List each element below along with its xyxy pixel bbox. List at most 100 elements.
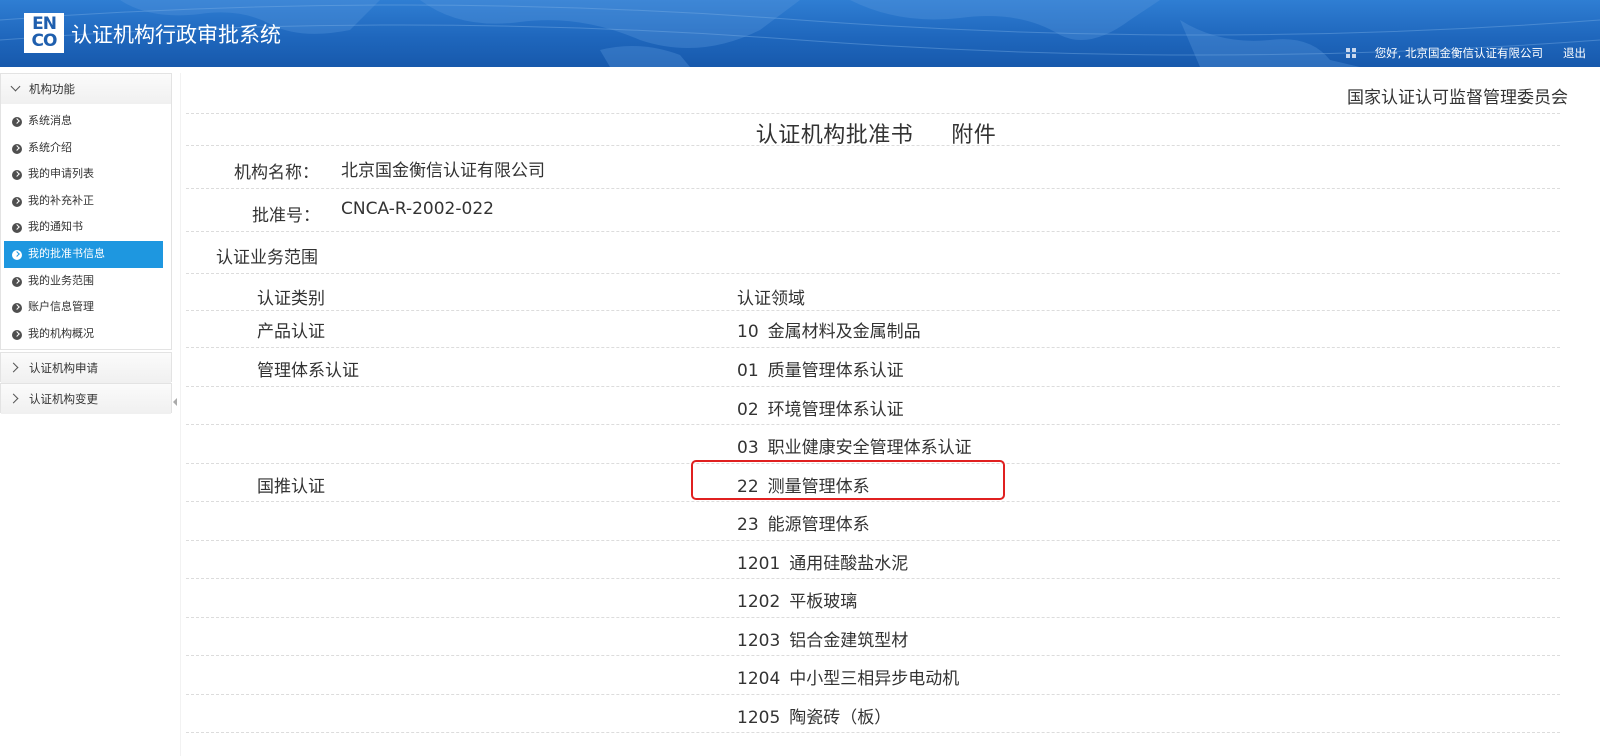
- sidebar-item-my-approval-info[interactable]: 我的批准书信息: [4, 240, 163, 268]
- sidebar-item-my-supplements[interactable]: 我的补充补正: [1, 188, 171, 215]
- arrow-circle-icon: [12, 249, 22, 260]
- sidebar-group-functions[interactable]: 机构功能: [1, 74, 171, 104]
- domain-name: 质量管理体系认证: [767, 361, 904, 381]
- sidebar-item-label: 系统消息: [28, 114, 72, 127]
- domain-code: 01: [737, 361, 759, 381]
- table-row: 03 职业健康安全管理体系认证: [186, 425, 1560, 464]
- sidebar-item-label: 我的补充补正: [28, 193, 94, 207]
- table-row: 02 环境管理体系认证: [186, 387, 1560, 425]
- domain-name: 金属材料及金属制品: [767, 322, 921, 342]
- sidebar-item-system-messages[interactable]: 系统消息: [1, 108, 171, 135]
- sidebar-item-label: 我的申请列表: [28, 167, 94, 181]
- chevron-down-icon: [10, 81, 21, 92]
- arrow-circle-icon: [12, 117, 22, 127]
- row-domain: 1203 铝合金建筑型材: [737, 626, 908, 651]
- domain-code: 1203: [737, 631, 781, 651]
- sidebar-group-org-application[interactable]: 认证机构申请: [0, 352, 172, 383]
- table-row: 产品认证 10 金属材料及金属制品: [186, 311, 1560, 348]
- highlight-box: [691, 460, 1005, 500]
- sidebar-item-org-overview[interactable]: 我的机构概况: [1, 321, 171, 348]
- sidebar-group-label: 机构功能: [29, 82, 75, 96]
- sidebar-item-label: 系统介绍: [28, 140, 72, 154]
- column-header-category: 认证类别: [257, 289, 325, 309]
- document-title-suffix: 附件: [951, 123, 997, 148]
- row-category: 产品认证: [257, 322, 325, 342]
- page-title: 认证机构批准书 附件: [186, 117, 1560, 149]
- sidebar: 机构功能 系统消息 系统介绍 我的申请列表 我的补充补正 我的通知书 我的批准书…: [0, 73, 174, 756]
- org-name-value: 北京国金衡信认证有限公司: [341, 161, 545, 181]
- sidebar-group-label: 认证机构申请: [29, 361, 98, 375]
- domain-name: 铝合金建筑型材: [789, 631, 909, 651]
- domain-code: 02: [737, 400, 759, 420]
- table-row: 1203 铝合金建筑型材: [186, 618, 1560, 656]
- arrow-circle-icon: [12, 170, 22, 181]
- domain-code: 23: [737, 515, 759, 535]
- table-row: 管理体系认证 01 质量管理体系认证: [186, 348, 1560, 387]
- sidebar-item-system-intro[interactable]: 系统介绍: [1, 135, 171, 162]
- sidebar-item-label: 我的通知书: [28, 220, 83, 234]
- domain-name: 通用硅酸盐水泥: [789, 554, 909, 574]
- issuer-row: 国家认证认可监督管理委员会: [186, 73, 1568, 114]
- sidebar-item-my-applications[interactable]: 我的申请列表: [1, 161, 171, 188]
- row-category: 国推认证: [257, 477, 325, 497]
- arrow-circle-icon: [12, 329, 22, 340]
- domain-name: 中小型三相异步电动机: [789, 669, 960, 689]
- domain-name: 能源管理体系: [767, 515, 870, 535]
- app-header: EN CO 认证机构行政审批系统 您好, 北京国金衡信认证有限公司 退出: [0, 0, 1600, 67]
- chevron-right-icon: [8, 362, 19, 373]
- domain-code: 10: [737, 322, 759, 342]
- scope-table-header: 认证类别 认证领域: [186, 274, 1560, 311]
- domain-code: 1205: [737, 708, 781, 728]
- domain-name: 职业健康安全管理体系认证: [767, 438, 972, 458]
- row-domain: 23 能源管理体系: [737, 510, 870, 535]
- domain-name: 环境管理体系认证: [767, 400, 904, 420]
- scope-heading: 认证业务范围: [216, 248, 318, 268]
- org-name-label: 机构名称：: [234, 163, 319, 183]
- row-domain: 1204 中小型三相异步电动机: [737, 664, 959, 689]
- sidebar-group-head: 认证机构变更: [1, 384, 171, 414]
- arrow-circle-icon: [12, 143, 22, 154]
- arrow-circle-icon: [12, 303, 22, 314]
- sidebar-item-label: 我的业务范围: [28, 273, 94, 287]
- logo-text-bottom: CO: [31, 31, 58, 51]
- domain-code: 1202: [737, 592, 781, 612]
- sidebar-item-my-notices[interactable]: 我的通知书: [1, 214, 171, 241]
- document-title: 认证机构批准书: [755, 123, 914, 148]
- arrow-circle-icon: [12, 276, 22, 287]
- user-greeting: 您好, 北京国金衡信认证有限公司: [1374, 46, 1543, 60]
- domain-name: 平板玻璃: [789, 592, 858, 612]
- row-domain: 1201 通用硅酸盐水泥: [737, 549, 908, 574]
- arrow-circle-icon: [12, 223, 22, 234]
- domain-name: 陶瓷砖（板）: [789, 708, 892, 728]
- arrow-circle-icon: [12, 196, 22, 207]
- sidebar-item-label: 我的机构概况: [28, 326, 94, 340]
- approval-no-value: CNCA-R-2002-022: [341, 199, 494, 219]
- row-domain: 10 金属材料及金属制品: [737, 317, 921, 342]
- row-domain: 01 质量管理体系认证: [737, 356, 904, 381]
- approval-document: 国家认证认可监督管理委员会 认证机构批准书 附件 机构名称： 北京国金衡信认证有限…: [186, 73, 1568, 756]
- grid-menu-icon[interactable]: [1345, 48, 1356, 58]
- user-bar: 您好, 北京国金衡信认证有限公司 退出: [1345, 45, 1586, 61]
- table-row: 1202 平板玻璃: [186, 579, 1560, 618]
- sidebar-collapse-icon[interactable]: [173, 398, 177, 406]
- table-row: 23 能源管理体系: [186, 502, 1560, 541]
- table-row: 1205 陶瓷砖（板）: [186, 695, 1560, 733]
- sidebar-divider: [180, 73, 181, 756]
- domain-code: 1204: [737, 669, 781, 689]
- org-name-row: 机构名称： 北京国金衡信认证有限公司: [186, 146, 1560, 189]
- sidebar-item-account-management[interactable]: 账户信息管理: [1, 294, 171, 321]
- domain-code: 1201: [737, 554, 781, 574]
- sidebar-panel-functions: 机构功能 系统消息 系统介绍 我的申请列表 我的补充补正 我的通知书 我的批准书…: [0, 73, 172, 350]
- sidebar-item-label: 我的批准书信息: [28, 246, 105, 260]
- logout-link[interactable]: 退出: [1563, 45, 1586, 61]
- row-domain: 1205 陶瓷砖（板）: [737, 703, 891, 728]
- sidebar-item-my-business-scope[interactable]: 我的业务范围: [1, 268, 171, 295]
- issuer-name: 国家认证认可监督管理委员会: [1347, 88, 1568, 108]
- domain-code: 03: [737, 438, 759, 458]
- row-category: 管理体系认证: [257, 361, 359, 381]
- app-title: 认证机构行政审批系统: [71, 23, 281, 47]
- chevron-right-icon: [8, 393, 19, 404]
- app-logo: EN CO: [24, 13, 64, 53]
- row-domain: 02 环境管理体系认证: [737, 395, 904, 420]
- sidebar-group-org-change[interactable]: 认证机构变更: [0, 383, 172, 414]
